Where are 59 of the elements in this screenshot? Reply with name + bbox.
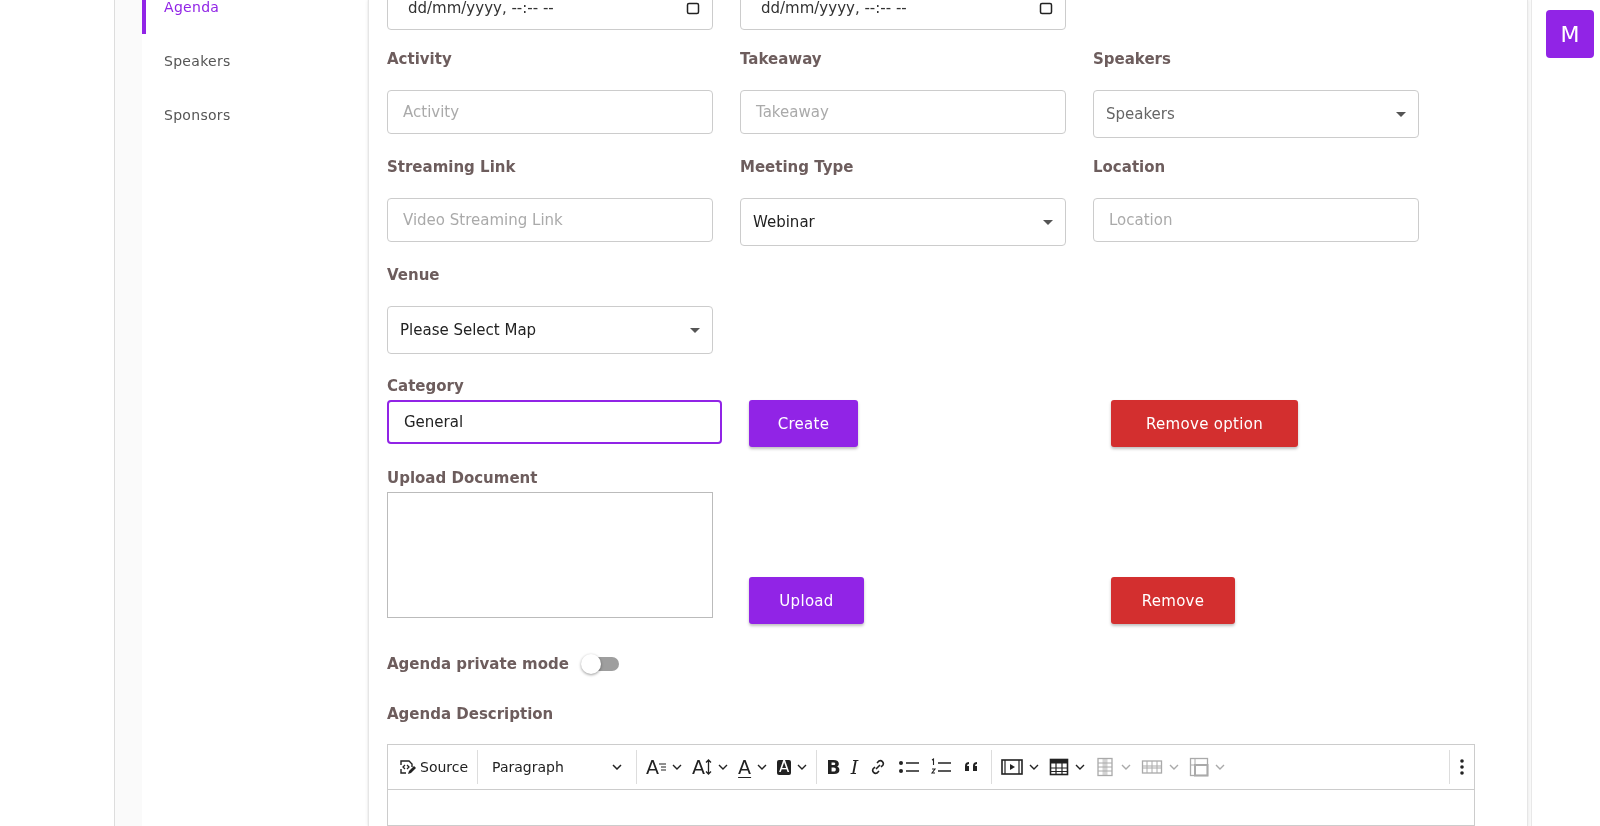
select-field[interactable]: Speakers <box>1093 90 1419 138</box>
italic-button[interactable]: I <box>845 750 864 784</box>
chevron-down-icon <box>612 764 623 770</box>
field-label: Streaming Link <box>387 158 517 176</box>
input-field[interactable]: General <box>387 400 722 444</box>
field-label: Category <box>387 377 465 395</box>
chevron-down-icon <box>757 764 768 770</box>
sidebar-item[interactable]: Speakers <box>142 34 367 88</box>
field-label: Speakers <box>1093 50 1172 68</box>
calendar-icon[interactable] <box>686 1 700 15</box>
chevron-down-icon <box>1029 764 1040 770</box>
select-field[interactable]: Webinar <box>740 198 1066 246</box>
chevron-down-icon <box>672 764 683 770</box>
numbered-list-icon <box>930 757 953 777</box>
dropdown-caret-icon <box>1396 111 1406 117</box>
chevron-down-icon <box>718 764 729 770</box>
font-color-button[interactable]: A <box>733 750 773 784</box>
chevron-down-icon <box>1075 764 1086 770</box>
table-icon <box>1049 757 1070 777</box>
table-row-icon <box>1141 757 1164 777</box>
sidebar-item[interactable]: Sponsors <box>142 88 367 142</box>
dropdown-caret-icon <box>1043 219 1053 225</box>
field-label: Takeaway <box>740 50 823 68</box>
field-label: Upload Document <box>387 469 539 487</box>
remove-option-button[interactable]: Remove option <box>1111 400 1298 447</box>
chevron-down-icon <box>1215 764 1226 770</box>
vertical-arrow-icon <box>705 759 713 775</box>
create-button[interactable]: Create <box>749 400 858 447</box>
calendar-icon[interactable] <box>1039 1 1053 15</box>
more-icon <box>1459 757 1465 777</box>
date-field[interactable]: dd/mm/yyyy, --:-- -- <box>387 0 713 30</box>
bold-button[interactable]: B <box>821 750 846 784</box>
chevron-down-icon <box>1169 764 1180 770</box>
field-label: Activity <box>387 50 453 68</box>
field-label: Agenda Description <box>387 705 555 723</box>
avatar[interactable]: M <box>1546 10 1594 58</box>
remove-button[interactable]: Remove <box>1111 577 1235 624</box>
chevron-down-icon <box>1121 764 1132 770</box>
font-size-button[interactable]: A <box>687 750 734 784</box>
font-background-button[interactable]: A <box>772 750 813 784</box>
source-button[interactable]: Source <box>392 750 474 784</box>
source-icon <box>397 757 417 777</box>
table-column-icon <box>1095 757 1116 777</box>
font-family-button[interactable]: A <box>641 750 688 784</box>
chevron-down-icon <box>797 764 808 770</box>
field-label: Meeting Type <box>740 158 855 176</box>
field-label: Location <box>1093 158 1167 176</box>
paragraph-dropdown[interactable]: Paragraph <box>482 750 633 784</box>
date-field[interactable]: dd/mm/yyyy, --:-- -- <box>740 0 1066 30</box>
rich-text-editor[interactable]: Source Paragraph A A A A B I <box>387 744 1475 826</box>
toggle-switch[interactable] <box>582 657 619 671</box>
lines-icon <box>659 762 667 772</box>
field-label: Venue <box>387 266 441 284</box>
select-field[interactable]: Please Select Map <box>387 306 713 354</box>
media-icon <box>1001 757 1024 777</box>
merge-cells-icon <box>1189 757 1210 777</box>
dropdown-caret-icon <box>690 327 700 333</box>
field-label: Agenda private mode <box>387 655 569 673</box>
upload-button[interactable]: Upload <box>749 577 864 624</box>
